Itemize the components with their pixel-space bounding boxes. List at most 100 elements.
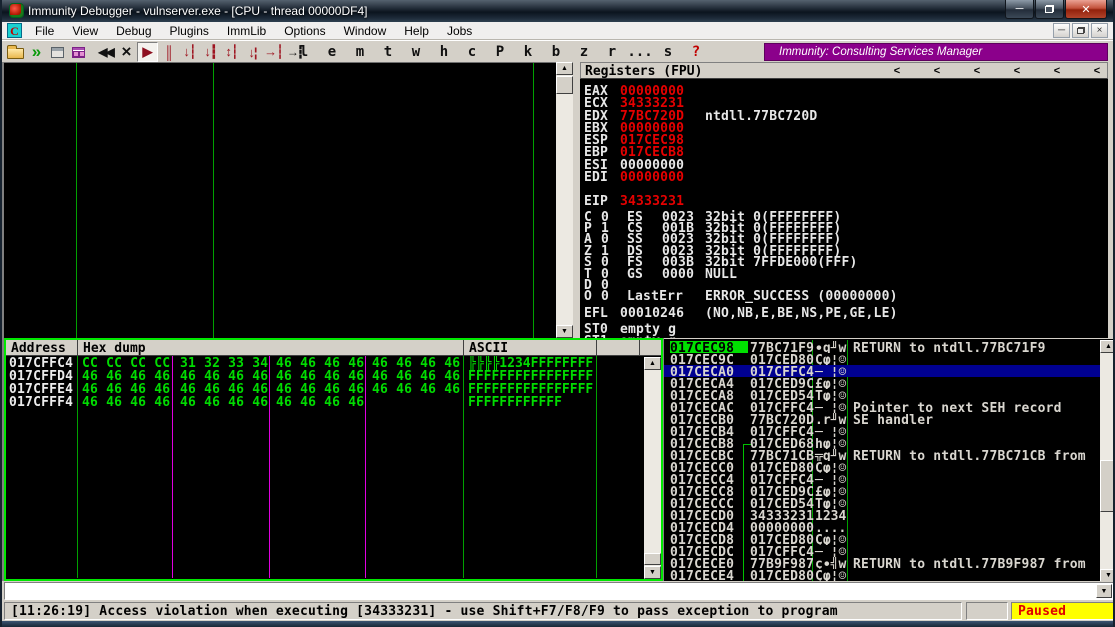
restore-button[interactable] <box>1035 0 1064 19</box>
stack-row[interactable]: 017CECC0 017CED80 Çφ¦☺ <box>664 461 1100 473</box>
collapse-chevron-icon[interactable]: < <box>1089 64 1105 78</box>
letter-button[interactable]: r <box>598 44 626 60</box>
hexdump-row[interactable]: 017CFFE4 46 46 46 46 46 46 46 46 46 46 4… <box>6 382 661 395</box>
trace-over-icon[interactable]: ↓¦ <box>242 42 263 62</box>
stack-row[interactable]: 017CECD0 34333231 1234 <box>664 509 1100 521</box>
letter-button[interactable]: ? <box>682 44 710 60</box>
minimize-button[interactable]: ─ <box>1005 0 1034 19</box>
stack-row[interactable]: 017CECA8 017CED54 Tφ¦☺ <box>664 389 1100 401</box>
letter-button[interactable]: m <box>346 44 374 60</box>
stack-row[interactable]: 017CECA0 017CFFC4 ─ ¦☺ <box>664 365 1100 377</box>
stack-row[interactable]: 017CECB4 017CFFC4 ─ ¦☺ <box>664 425 1100 437</box>
letter-button[interactable]: t <box>374 44 402 60</box>
register-row[interactable]: EBP 017CECB8 <box>580 145 1108 157</box>
stack-scrollbar[interactable]: ▲ ▼ <box>1100 340 1115 581</box>
letter-button[interactable]: ... <box>626 44 654 60</box>
letter-button[interactable]: k <box>514 44 542 60</box>
scrollbar-thumb[interactable] <box>1100 460 1115 512</box>
flag-row[interactable]: Z 1 DS 0023 32bit 0(FFFFFFFF) <box>580 244 1108 255</box>
stack-row[interactable]: 017CECCC 017CED54 Tφ¦☺ <box>664 497 1100 509</box>
disassembly-scrollbar[interactable]: ▲ ▼ <box>556 62 573 338</box>
letter-button[interactable]: z <box>570 44 598 60</box>
letter-button[interactable]: P <box>486 44 514 60</box>
letter-button[interactable]: e <box>318 44 346 60</box>
disassembly-pane[interactable] <box>4 62 556 338</box>
hexdump-row[interactable]: 017CFFC4 CC CC CC CC 31 32 33 34 46 46 4… <box>6 356 661 369</box>
appearance-icon[interactable] <box>68 42 89 62</box>
menu-item[interactable]: Debug <box>107 22 160 40</box>
letter-button[interactable]: l <box>290 44 318 60</box>
flag-row[interactable]: P 1 CS 001B 32bit 0(FFFFFFFF) <box>580 221 1108 232</box>
dropdown-arrow-icon[interactable]: ▼ <box>1096 584 1112 598</box>
flag-row[interactable]: O 0 LastErr ERROR_SUCCESS (00000000) <box>580 289 1108 300</box>
stack-row[interactable]: 017CECB8 017CED68 hφ¦☺ <box>664 437 1100 449</box>
scrollbar-thumb[interactable] <box>556 76 573 94</box>
stack-row[interactable]: 017CECC8 017CED9C £φ¦☺ <box>664 485 1100 497</box>
letter-button[interactable]: h <box>430 44 458 60</box>
hexdump-row[interactable]: 017CFFD4 46 46 46 46 46 46 46 46 46 46 4… <box>6 369 661 382</box>
register-row[interactable]: EAX 00000000 <box>580 84 1108 96</box>
register-row[interactable]: ESI 00000000 <box>580 158 1108 170</box>
letter-button[interactable]: c <box>458 44 486 60</box>
open-file-icon[interactable] <box>5 42 26 62</box>
flag-row[interactable]: A 0 SS 0023 32bit 0(FFFFFFFF) <box>580 232 1108 243</box>
pause-icon[interactable]: ║ <box>158 42 179 62</box>
menu-item[interactable]: Help <box>395 22 438 40</box>
stack-row[interactable]: 017CEC9C 017CED80 Çφ¦☺ <box>664 353 1100 365</box>
collapse-chevron-icon[interactable]: < <box>889 64 905 78</box>
log-dropdown-field[interactable]: ▼ <box>4 582 1115 600</box>
stack-row[interactable]: 017CECE0 77B9F987 ç∙╣w RETURN to ntdll.7… <box>664 557 1100 569</box>
hexdump-row[interactable]: 017CFFF4 46 46 46 46 46 46 46 46 46 46 4… <box>6 395 661 408</box>
stack-row[interactable]: 017CECE4 017CED80 Çφ¦☺ <box>664 569 1100 581</box>
stack-pane[interactable]: 017CEC98 77BC71F9 ∙q╜w RETURN to ntdll.7… <box>664 338 1115 581</box>
menu-item[interactable]: ImmLib <box>218 22 275 40</box>
stack-row[interactable]: 017CECD4 00000000 .... <box>664 521 1100 533</box>
menu-item[interactable]: Window <box>335 22 396 40</box>
stack-row[interactable]: 017CEC98 77BC71F9 ∙q╜w RETURN to ntdll.7… <box>664 341 1100 353</box>
step-over-icon[interactable]: ↓┇ <box>200 42 221 62</box>
flag-row[interactable]: T 0 GS 0000 NULL <box>580 267 1108 278</box>
collapse-chevron-icon[interactable]: < <box>969 64 985 78</box>
mdi-close-button[interactable]: × <box>1091 23 1108 38</box>
step-into-icon[interactable]: ↓┆ <box>179 42 200 62</box>
collapse-chevron-icon[interactable]: < <box>1049 64 1065 78</box>
stack-row[interactable]: 017CECC4 017CFFC4 ─ ¦☺ <box>664 473 1100 485</box>
scroll-up-icon[interactable]: ▲ <box>644 357 661 370</box>
letter-button[interactable]: w <box>402 44 430 60</box>
trace-into-icon[interactable]: ↕┆ <box>221 42 242 62</box>
register-row[interactable]: EBX 00000000 <box>580 121 1108 133</box>
restart-icon[interactable]: » <box>26 42 47 62</box>
scroll-up-icon[interactable]: ▲ <box>1100 340 1115 353</box>
stack-row[interactable]: 017CECD8 017CED80 Çφ¦☺ <box>664 533 1100 545</box>
menu-item[interactable]: File <box>26 22 63 40</box>
scrollbar-thumb[interactable] <box>644 553 661 565</box>
menu-item[interactable]: Options <box>275 22 334 40</box>
register-row[interactable]: ESP 017CEC98 <box>580 133 1108 145</box>
letter-button[interactable]: s <box>654 44 682 60</box>
hexdump-scrollbar[interactable]: ▲ ▼ <box>644 357 661 579</box>
register-row[interactable]: EDX 77BC720D ntdll.77BC720D <box>580 109 1108 121</box>
register-row-eip[interactable]: EIP 34333231 <box>580 194 1108 206</box>
register-row[interactable]: ECX 34333231 <box>580 96 1108 108</box>
letter-button[interactable]: b <box>542 44 570 60</box>
registers-pane[interactable]: Registers (FPU) < < < < < < EAX 00000000 <box>580 62 1108 338</box>
mdi-minimize-button[interactable]: ─ <box>1053 23 1070 38</box>
scroll-down-icon[interactable]: ▼ <box>556 325 573 338</box>
close-windows-icon[interactable] <box>47 42 68 62</box>
scroll-up-icon[interactable]: ▲ <box>556 62 573 75</box>
collapse-chevron-icon[interactable]: < <box>1009 64 1025 78</box>
title-bar[interactable]: Immunity Debugger - vulnserver.exe - [CP… <box>2 0 1113 22</box>
flag-row[interactable]: C 0 ES 0023 32bit 0(FFFFFFFF) <box>580 210 1108 221</box>
stack-row[interactable]: 017CECB0 77BC720D .r╜w SE handler <box>664 413 1100 425</box>
stack-row[interactable]: 017CECBC 77BC71CB ╦q╜w RETURN to ntdll.7… <box>664 449 1100 461</box>
menu-item[interactable]: Jobs <box>438 22 481 40</box>
stack-row[interactable]: 017CECAC 017CFFC4 ─ ¦☺ Pointer to next S… <box>664 401 1100 413</box>
scroll-down-icon[interactable]: ▼ <box>1100 569 1115 581</box>
execute-till-return-icon[interactable]: →┆ <box>263 42 284 62</box>
hexdump-pane[interactable]: Address Hex dump ASCII 017CFFC4 CC CC <box>4 338 663 581</box>
menu-item[interactable]: Plugins <box>161 22 218 40</box>
stack-row[interactable]: 017CECA4 017CED9C £φ¦☺ <box>664 377 1100 389</box>
close-icon[interactable]: × <box>116 42 137 62</box>
flag-row[interactable]: D 0 <box>580 278 1108 289</box>
close-button[interactable]: ✕ <box>1065 0 1107 19</box>
